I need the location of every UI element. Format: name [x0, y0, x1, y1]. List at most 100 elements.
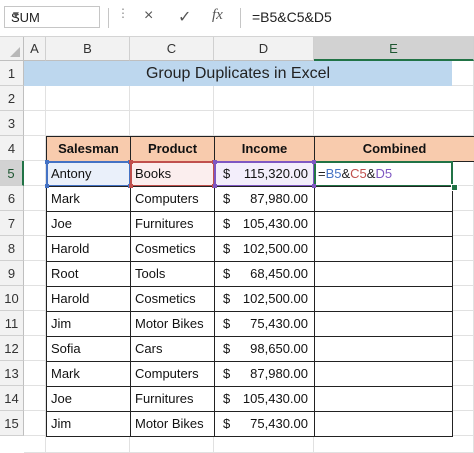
- selection-handle[interactable]: [213, 184, 217, 188]
- cell-product[interactable]: Tools: [130, 261, 215, 287]
- currency-symbol: $: [223, 416, 231, 431]
- column-header-c[interactable]: C: [130, 37, 214, 61]
- cell-product[interactable]: Books: [130, 161, 215, 187]
- cell-salesman[interactable]: Antony: [46, 161, 131, 187]
- row-header-13[interactable]: 13: [0, 361, 24, 386]
- cell-text: Cosmetics: [135, 241, 196, 256]
- cell-product[interactable]: Computers: [130, 361, 215, 387]
- insert-function-icon[interactable]: fx: [212, 7, 223, 24]
- active-cell-combined[interactable]: =B5&C5&D5: [314, 161, 453, 187]
- cell-combined[interactable]: [314, 311, 453, 337]
- currency-symbol: $: [223, 266, 231, 281]
- row-header-7[interactable]: 7: [0, 211, 24, 236]
- cell-salesman[interactable]: Mark: [46, 361, 131, 387]
- row-header-8[interactable]: 8: [0, 236, 24, 261]
- cell-income[interactable]: $75,430.00: [214, 411, 315, 437]
- cell-income[interactable]: $87,980.00: [214, 186, 315, 212]
- cell-text: Jim: [51, 316, 72, 331]
- cell-text: Harold: [51, 241, 90, 256]
- column-header-b[interactable]: B: [46, 37, 130, 61]
- cell-salesman[interactable]: Jim: [46, 411, 131, 437]
- selection-handle[interactable]: [45, 160, 49, 164]
- cancel-icon[interactable]: ×: [144, 7, 153, 25]
- cell-product[interactable]: Furnitures: [130, 386, 215, 412]
- cell-income[interactable]: $105,430.00: [214, 386, 315, 412]
- cell-combined[interactable]: [314, 386, 453, 412]
- row-header-14[interactable]: 14: [0, 386, 24, 411]
- cell-text: Computers: [135, 366, 199, 381]
- cell-text: Sofia: [51, 341, 81, 356]
- enter-icon[interactable]: ✓: [178, 7, 191, 27]
- chevron-down-icon[interactable]: ▼: [11, 10, 94, 21]
- name-box[interactable]: SUM ▼: [4, 6, 100, 28]
- cell-combined[interactable]: [314, 261, 453, 287]
- row-header-1[interactable]: 1: [0, 61, 24, 86]
- selection-handle[interactable]: [45, 184, 49, 188]
- row-header-2[interactable]: 2: [0, 86, 24, 111]
- cell-income[interactable]: $87,980.00: [214, 361, 315, 387]
- cell-amount: 68,450.00: [250, 266, 308, 281]
- cell-income[interactable]: $115,320.00: [214, 161, 315, 187]
- column-header-d[interactable]: D: [214, 37, 314, 61]
- cell-text: Harold: [51, 291, 90, 306]
- cell-salesman[interactable]: Joe: [46, 211, 131, 237]
- cell-product[interactable]: Cosmetics: [130, 236, 215, 262]
- row-header-9[interactable]: 9: [0, 261, 24, 286]
- cell-combined[interactable]: [314, 361, 453, 387]
- cell-salesman[interactable]: Mark: [46, 186, 131, 212]
- cell-product[interactable]: Cosmetics: [130, 286, 215, 312]
- fill-handle[interactable]: [451, 184, 458, 191]
- cell-text: Books: [135, 166, 172, 181]
- column-header-e[interactable]: E: [314, 37, 474, 61]
- row-header-11[interactable]: 11: [0, 311, 24, 336]
- cell-income[interactable]: $75,430.00: [214, 311, 315, 337]
- cell-product[interactable]: Furnitures: [130, 211, 215, 237]
- cell-income[interactable]: $68,450.00: [214, 261, 315, 287]
- cell-product[interactable]: Cars: [130, 336, 215, 362]
- cell-salesman[interactable]: Sofia: [46, 336, 131, 362]
- table-header-combined: Combined: [314, 136, 474, 162]
- cell-product[interactable]: Motor Bikes: [130, 411, 215, 437]
- cell-income[interactable]: $98,650.00: [214, 336, 315, 362]
- cell-amount: 75,430.00: [250, 316, 308, 331]
- selection-handle[interactable]: [213, 160, 217, 164]
- cell-income[interactable]: $102,500.00: [214, 236, 315, 262]
- row-header-15[interactable]: 15: [0, 411, 24, 436]
- cell-salesman[interactable]: Harold: [46, 286, 131, 312]
- cell-amount: 87,980.00: [250, 366, 308, 381]
- row-header-5[interactable]: 5: [0, 161, 24, 186]
- cell-income[interactable]: $105,430.00: [214, 211, 315, 237]
- select-all-button[interactable]: [0, 37, 24, 61]
- formula-input[interactable]: =B5&C5&D5: [252, 9, 332, 25]
- cell-salesman[interactable]: Harold: [46, 236, 131, 262]
- row-header-6[interactable]: 6: [0, 186, 24, 211]
- drag-handle-icon[interactable]: ⋮: [117, 7, 129, 19]
- cell-text: Cars: [135, 341, 163, 356]
- cell-combined[interactable]: [314, 336, 453, 362]
- table-header-salesman: Salesman: [46, 136, 131, 162]
- row-header-4[interactable]: 4: [0, 136, 24, 161]
- selection-handle[interactable]: [129, 184, 133, 188]
- cell-product[interactable]: Motor Bikes: [130, 311, 215, 337]
- cell-combined[interactable]: [314, 286, 453, 312]
- row-header-12[interactable]: 12: [0, 336, 24, 361]
- selection-handle[interactable]: [312, 184, 316, 188]
- cell-combined[interactable]: [314, 411, 453, 437]
- cell-amount: 102,500.00: [242, 241, 308, 256]
- cell-salesman[interactable]: Joe: [46, 386, 131, 412]
- cell-salesman[interactable]: Root: [46, 261, 131, 287]
- cell-combined[interactable]: [314, 186, 453, 212]
- row-header-3[interactable]: 3: [0, 111, 24, 136]
- cell-text: Root: [51, 266, 79, 281]
- cell-product[interactable]: Computers: [130, 186, 215, 212]
- cell-formula-editor[interactable]: =B5&C5&D5: [318, 162, 392, 186]
- cell-combined[interactable]: [314, 236, 453, 262]
- cell-text: Computers: [135, 191, 199, 206]
- column-header-a[interactable]: A: [24, 37, 46, 61]
- row-header-10[interactable]: 10: [0, 286, 24, 311]
- cell-income[interactable]: $102,500.00: [214, 286, 315, 312]
- selection-handle[interactable]: [312, 160, 316, 164]
- cell-salesman[interactable]: Jim: [46, 311, 131, 337]
- cell-combined[interactable]: [314, 211, 453, 237]
- selection-handle[interactable]: [129, 160, 133, 164]
